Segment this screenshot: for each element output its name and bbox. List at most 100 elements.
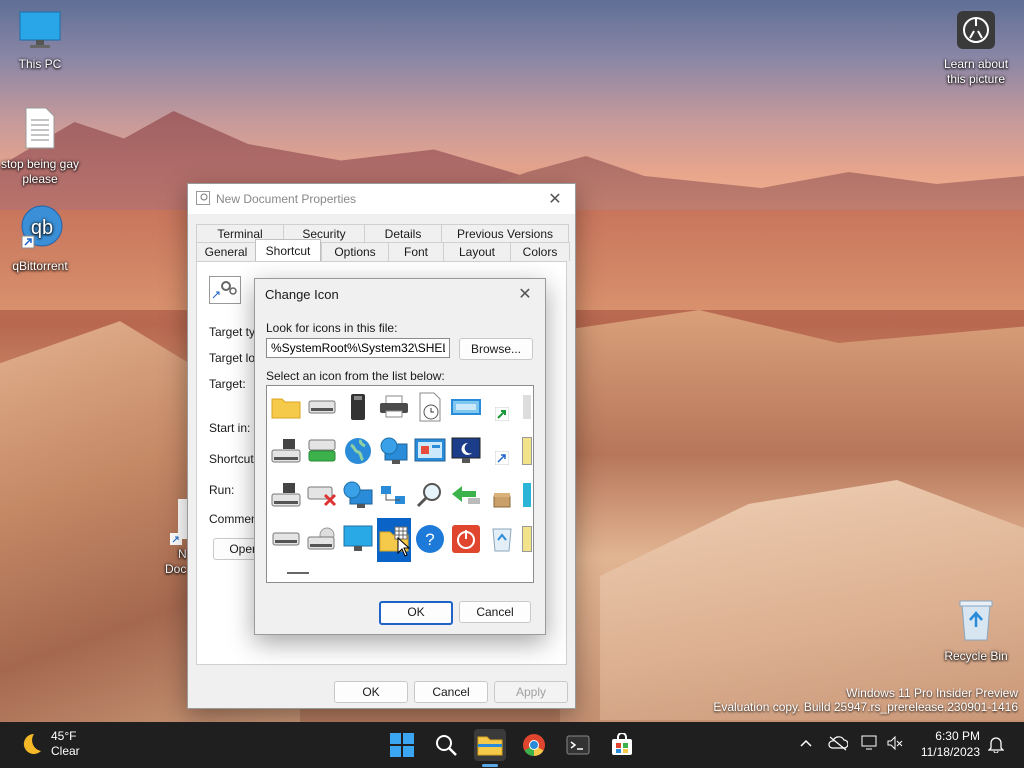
printer-icon[interactable] <box>377 390 411 424</box>
partial-icon[interactable] <box>521 390 533 424</box>
clock[interactable]: 6:30 PM 11/18/2023 <box>912 728 980 760</box>
desktop-icon-label: Doc <box>165 562 187 576</box>
onedrive-offline-icon[interactable] <box>828 735 849 754</box>
file-explorer-icon[interactable] <box>474 729 506 761</box>
clock-document-icon[interactable] <box>413 390 447 424</box>
weather-condition: Clear <box>51 744 80 758</box>
learn-about-picture[interactable]: Learn about this picture <box>934 10 1018 87</box>
power-icon[interactable] <box>449 522 483 556</box>
mouse-cursor-icon <box>397 536 411 560</box>
weather-temp: 45°F <box>51 729 77 743</box>
text-document-icon <box>0 106 80 154</box>
active-app-indicator <box>482 764 498 767</box>
weather-widget[interactable]: 45°F Clear <box>51 729 80 759</box>
look-for-icons-label: Look for icons in this file: <box>266 321 398 335</box>
partial-icon[interactable] <box>521 522 533 556</box>
clock-time: 6:30 PM <box>935 729 980 743</box>
icon-file-path-input[interactable] <box>266 338 450 358</box>
close-icon: ✕ <box>548 191 562 208</box>
watermark-line-2: Evaluation copy. Build 25947.rs_prerelea… <box>713 700 1018 714</box>
qbittorrent-icon: qb <box>0 204 80 256</box>
change-icon-close-button[interactable]: ✕ <box>505 279 545 309</box>
watermark-line-1: Windows 11 Pro Insider Preview <box>846 686 1018 700</box>
tab-options[interactable]: Options <box>321 242 388 261</box>
notification-bell-icon[interactable] <box>987 735 1005 756</box>
recycle-bin-label: Recycle Bin <box>944 649 1008 663</box>
recycle-icon[interactable] <box>485 522 519 556</box>
monitor-icon <box>0 10 80 54</box>
volume-muted-icon[interactable] <box>886 735 904 754</box>
globe-monitor-icon[interactable] <box>377 434 411 468</box>
change-icon-ok-button[interactable]: OK <box>379 601 453 625</box>
desktop-icon-recycle-bin[interactable]: Recycle Bin <box>934 598 1018 664</box>
magnifier-icon[interactable] <box>413 478 447 512</box>
learn-about-label-2: this picture <box>946 72 1006 86</box>
usb-icon[interactable] <box>449 478 483 512</box>
horizontal-scrollbar-thumb[interactable] <box>287 572 309 574</box>
tab-shortcut[interactable]: Shortcut <box>255 239 321 261</box>
tab-general[interactable]: General <box>196 242 255 261</box>
box-icon[interactable] <box>485 478 519 512</box>
windows-start-icon[interactable] <box>386 729 418 761</box>
drive-icon[interactable] <box>269 522 303 556</box>
desktop-icon-qbittorrent[interactable]: qb qBittorrent <box>0 204 80 274</box>
moon-icon <box>18 731 44 760</box>
change-icon-cancel-button[interactable]: Cancel <box>459 601 531 623</box>
shortcut-gear-icon <box>209 276 241 307</box>
disconnected-drive-icon[interactable] <box>305 478 339 512</box>
properties-ok-button[interactable]: OK <box>334 681 408 703</box>
chevron-up-icon[interactable] <box>798 735 814 754</box>
screen-icon[interactable] <box>449 390 483 424</box>
store-icon[interactable] <box>606 729 638 761</box>
shortcut-arrow-icon[interactable] <box>485 434 519 468</box>
tabs-row-top: Terminal Security Details Previous Versi… <box>196 224 569 243</box>
windows-watermark: Windows 11 Pro Insider Preview Evaluatio… <box>713 686 1018 714</box>
tab-colors[interactable]: Colors <box>510 242 570 261</box>
change-icon-titlebar: Change Icon ✕ <box>255 279 545 309</box>
camera-info-icon <box>934 10 1018 54</box>
search-icon[interactable] <box>430 729 462 761</box>
tab-details[interactable]: Details <box>364 224 441 243</box>
desktop-icon-label: stop being gay please <box>0 157 80 186</box>
chip-icon[interactable] <box>341 390 375 424</box>
properties-apply-button[interactable]: Apply <box>494 681 568 703</box>
globe-icon[interactable] <box>341 434 375 468</box>
sleep-monitor-icon[interactable] <box>449 434 483 468</box>
control-panel-icon[interactable] <box>413 434 447 468</box>
monitor-icon[interactable] <box>341 522 375 556</box>
properties-close-button[interactable]: ✕ <box>535 184 575 214</box>
recycle-bin-icon <box>934 598 1018 646</box>
network-globe-icon[interactable] <box>341 478 375 512</box>
svg-text:?: ? <box>425 530 434 549</box>
close-icon: ✕ <box>518 286 532 303</box>
tabs-row-bottom: General Shortcut Options Font Layout Col… <box>196 239 570 261</box>
properties-title: New Document Properties <box>216 192 357 206</box>
change-icon-dialog: Change Icon ✕ Look for icons in this fil… <box>254 278 546 635</box>
desktop-icon-this-pc[interactable]: This PC <box>0 10 80 72</box>
partial-icon[interactable] <box>521 478 533 512</box>
shortcut-arrow-icon[interactable] <box>485 390 519 424</box>
desktop-icon-text-document[interactable]: stop being gay please <box>0 106 80 187</box>
cd-drive-icon[interactable] <box>305 522 339 556</box>
chrome-icon[interactable] <box>518 729 550 761</box>
desktop-icon-label: This PC <box>18 57 62 71</box>
partial-icon[interactable] <box>521 434 533 468</box>
browse-button[interactable]: Browse... <box>459 338 533 360</box>
drive-icon[interactable] <box>305 390 339 424</box>
tab-previous-versions[interactable]: Previous Versions <box>441 224 569 243</box>
tab-font[interactable]: Font <box>388 242 443 261</box>
desktop-icon-label: qBittorrent <box>12 259 68 273</box>
folder-icon[interactable] <box>269 390 303 424</box>
network-icon[interactable] <box>377 478 411 512</box>
green-drive-icon[interactable] <box>305 434 339 468</box>
network-monitor-icon[interactable] <box>861 735 879 754</box>
floppy-drive-icon[interactable] <box>269 478 303 512</box>
desktop-icon-label: N <box>178 547 187 561</box>
terminal-icon[interactable] <box>562 729 594 761</box>
network-drive-icon[interactable] <box>269 434 303 468</box>
shortcut-props-icon <box>196 190 210 208</box>
properties-cancel-button[interactable]: Cancel <box>414 681 488 703</box>
target-label: Target: <box>209 377 246 391</box>
help-icon[interactable]: ? <box>413 522 447 556</box>
tab-layout[interactable]: Layout <box>443 242 510 261</box>
